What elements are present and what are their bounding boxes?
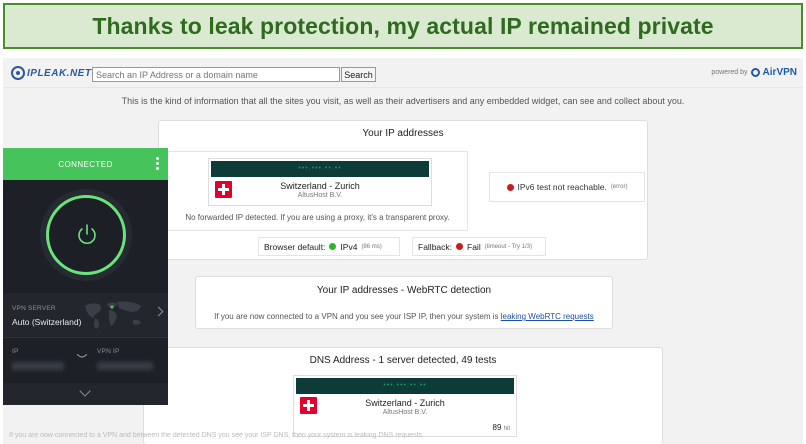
webrtc-note: If you are now connected to a VPN and yo… bbox=[196, 312, 612, 321]
red-status-dot-icon bbox=[506, 183, 514, 191]
airvpn-label: AirVPN bbox=[762, 67, 797, 78]
vpn-ip-value-blurred bbox=[97, 362, 153, 370]
ip-addresses-card: Your IP addresses •••.•••.••.•• Switzerl… bbox=[158, 120, 648, 260]
ipv6-status: IPv6 test not reachable. (error) bbox=[489, 172, 645, 202]
dns-server-box: •••.•••.••.•• Switzerland - Zurich Altus… bbox=[293, 375, 517, 437]
eye-hidden-icon[interactable] bbox=[77, 354, 87, 360]
red-status-dot-icon bbox=[456, 243, 464, 250]
ip-addresses-title: Your IP addresses bbox=[362, 128, 444, 139]
caption-text: Thanks to leak protection, my actual IP … bbox=[92, 12, 714, 39]
site-header: IPLEAK.NET Search powered by AirVPN bbox=[3, 58, 803, 88]
fallback-label: Fallback: bbox=[418, 241, 453, 252]
vpn-ip-row: IP VPN IP bbox=[3, 338, 168, 382]
vpn-expand-bar[interactable] bbox=[3, 383, 168, 405]
dns-leak-note: If you are now connected to a VPN and be… bbox=[9, 432, 423, 439]
fallback-value: Fail bbox=[467, 241, 481, 252]
vpn-status-text: CONNECTED bbox=[58, 159, 113, 169]
dns-hits-value: 89 bbox=[492, 423, 502, 432]
powered-by-text: powered by bbox=[711, 69, 748, 76]
chevron-down-icon bbox=[79, 385, 91, 397]
airvpn-logo-icon bbox=[750, 68, 760, 77]
webrtc-note-text: If you are now connected to a VPN and yo… bbox=[214, 312, 499, 321]
webrtc-card: Your IP addresses - WebRTC detection If … bbox=[195, 276, 613, 329]
caption-box: Thanks to leak protection, my actual IP … bbox=[3, 3, 803, 49]
ip-value-blurred bbox=[12, 362, 64, 370]
power-icon bbox=[78, 224, 96, 244]
ipv6-text: IPv6 test not reachable. bbox=[517, 182, 607, 192]
webrtc-leak-link[interactable]: leaking WebRTC requests bbox=[501, 312, 594, 321]
fallback-badge: Fallback: Fail (timeout - Try 1/3) bbox=[412, 237, 546, 256]
browser-default-ms: (86 ms) bbox=[361, 243, 382, 250]
browser-default-label: Browser default: bbox=[264, 241, 326, 252]
power-button[interactable] bbox=[46, 195, 126, 275]
world-map-icon bbox=[85, 301, 141, 329]
vpn-app-panel: CONNECTED VPN SERVER Auto (Switzerland) … bbox=[3, 148, 168, 405]
browser-default-badge: Browser default: IPv4 (86 ms) bbox=[258, 237, 400, 256]
green-status-dot-icon bbox=[329, 243, 337, 250]
proxy-note: No forwarded IP detected. If you are usi… bbox=[185, 213, 450, 222]
dns-address-masked: •••.•••.••.•• bbox=[296, 378, 514, 394]
powered-by-airvpn[interactable]: powered by AirVPN bbox=[711, 67, 797, 78]
vpn-server-selector[interactable]: VPN SERVER Auto (Switzerland) bbox=[3, 293, 168, 337]
ipv6-error-note: (error) bbox=[610, 184, 628, 190]
ip-location: Switzerland - Zurich bbox=[280, 181, 360, 191]
dns-title: DNS Address - 1 server detected, 49 test… bbox=[309, 355, 497, 366]
ip-isp: AltusHost B.V. bbox=[297, 192, 343, 199]
dns-isp: AltusHost B.V. bbox=[382, 409, 428, 416]
chevron-right-icon bbox=[153, 306, 164, 317]
ip-address-panel: •••.•••.••.•• Switzerland - Zurich Altus… bbox=[165, 151, 468, 231]
vpn-ip-label: VPN IP bbox=[97, 348, 120, 355]
vpn-server-label: VPN SERVER bbox=[12, 305, 56, 312]
browser-default-value: IPv4 bbox=[340, 241, 358, 252]
intro-text: This is the kind of information that all… bbox=[121, 96, 685, 106]
webrtc-title: Your IP addresses - WebRTC detection bbox=[316, 285, 492, 296]
ip-address-box: •••.•••.••.•• Switzerland - Zurich Altus… bbox=[208, 158, 432, 206]
caption-banner: Thanks to leak protection, my actual IP … bbox=[0, 0, 806, 52]
dns-hits: 89 hit bbox=[493, 423, 510, 432]
fallback-note: (timeout - Try 1/3) bbox=[484, 243, 533, 250]
vpn-server-value: Auto (Switzerland) bbox=[12, 317, 82, 327]
site-logo[interactable]: IPLEAK.NET bbox=[11, 66, 91, 80]
vpn-status-bar: CONNECTED bbox=[3, 148, 168, 180]
ip-address-masked: •••.•••.••.•• bbox=[211, 161, 429, 177]
search-input[interactable] bbox=[92, 67, 340, 82]
dns-location: Switzerland - Zurich bbox=[365, 398, 445, 408]
dns-card: DNS Address - 1 server detected, 49 test… bbox=[143, 347, 663, 444]
logo-icon bbox=[11, 66, 25, 80]
search-button[interactable]: Search bbox=[341, 67, 376, 82]
ip-label: IP bbox=[12, 348, 19, 355]
more-options-icon[interactable] bbox=[156, 157, 159, 170]
logo-text: IPLEAK.NET bbox=[27, 67, 92, 79]
